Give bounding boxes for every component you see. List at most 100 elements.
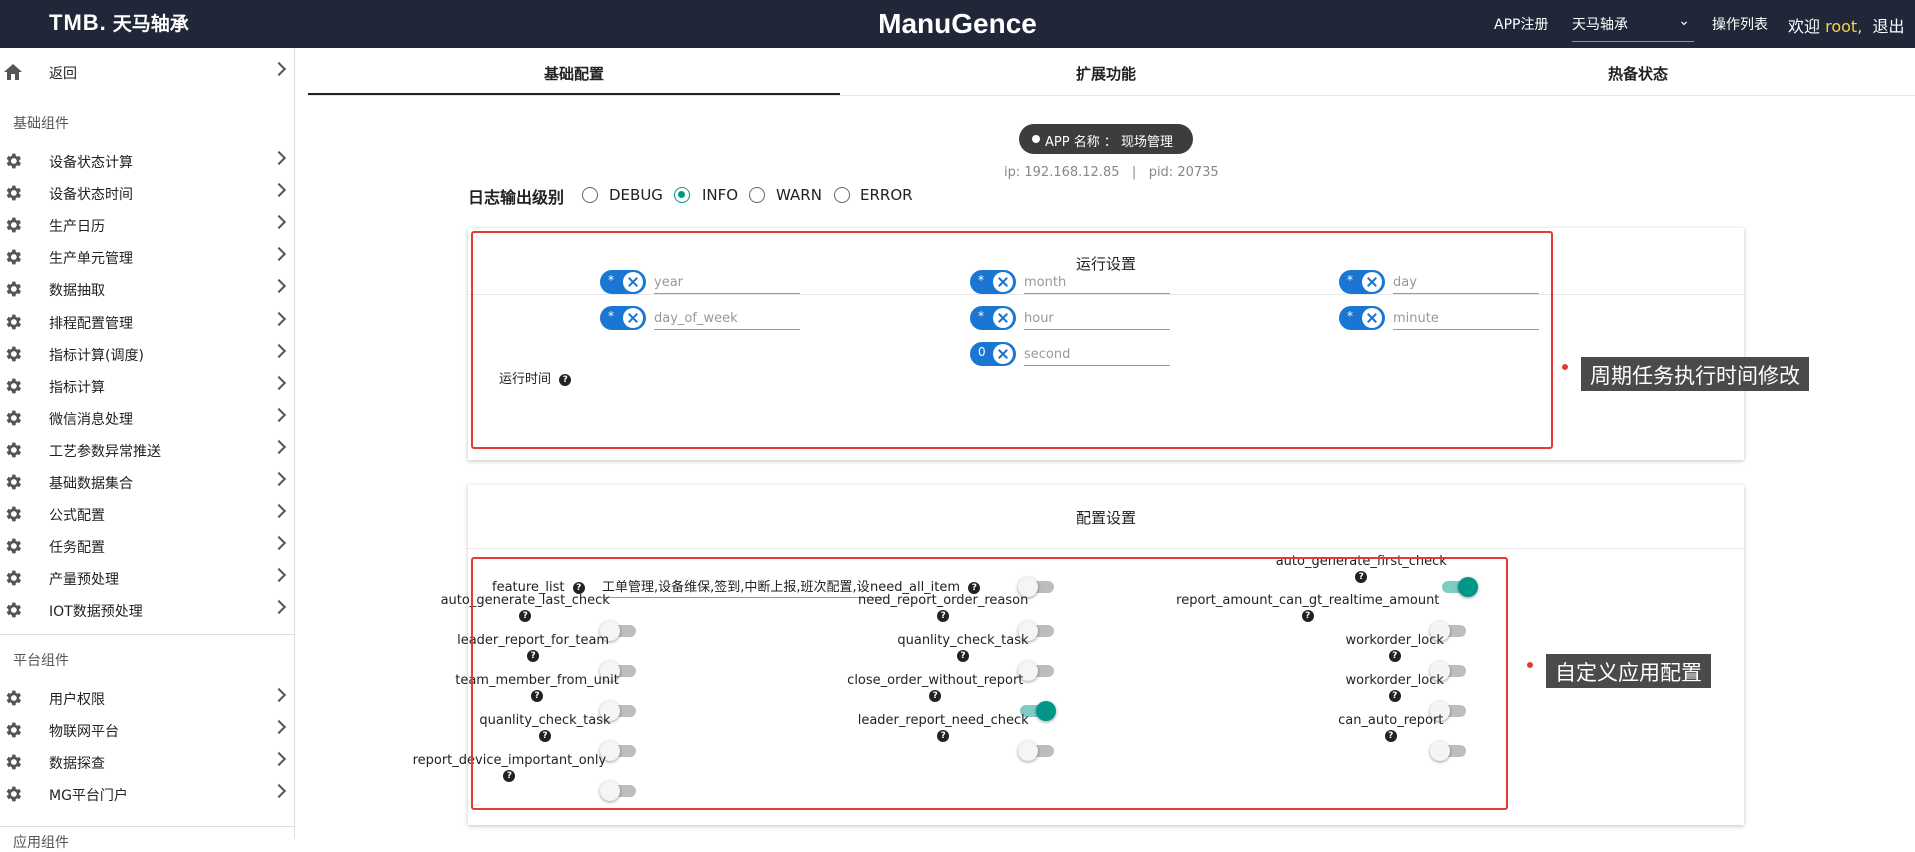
sidebar-divider (0, 634, 294, 635)
chevron-right-icon (271, 471, 287, 487)
chevron-right-icon (271, 600, 287, 615)
chevron-right-icon (271, 375, 287, 390)
gear-icon (6, 314, 21, 329)
ip-address: ip: 192.168.12.85 (1004, 165, 1120, 180)
sidebar-item-label: 排程配置管理 (49, 315, 133, 332)
sidebar-item-back[interactable]: 返回 (0, 56, 294, 88)
gear-icon (6, 153, 21, 169)
sidebar-section-basic: 基础组件 (13, 116, 69, 132)
callout-run: 周期任务执行时间修改 (1581, 357, 1809, 391)
tab-hot-standby[interactable]: 热备状态 (1372, 63, 1904, 93)
home-icon (4, 64, 22, 80)
gear-icon (6, 538, 21, 554)
sidebar-item-basic-12[interactable]: 任务配置 (0, 530, 294, 562)
gear-icon (6, 754, 21, 770)
chevron-right-icon (271, 343, 287, 358)
logout-link[interactable]: 退出 (1872, 17, 1904, 36)
sidebar-item-basic-5[interactable]: 排程配置管理 (0, 306, 294, 338)
config-settings-title: 配置设置 (1075, 509, 1136, 527)
sidebar-section-app: 应用组件 (13, 835, 69, 851)
tab-extended-features[interactable]: 扩展功能 (840, 63, 1372, 93)
sidebar-item-label: 设备状态时间 (49, 187, 133, 204)
chevron-right-icon (271, 687, 287, 703)
sidebar: 返回 基础组件 设备状态计算 设备状态时间 生产日历生产单元管理数据抽取排程配置管理… (0, 48, 295, 851)
welcome-text: 欢迎 (1788, 17, 1821, 36)
highlight-box-config (471, 557, 1508, 810)
factory-select-value: 天马轴承 (1572, 17, 1628, 33)
gear-icon (6, 722, 21, 738)
sidebar-item-basic-3[interactable]: 生产单元管理 (0, 241, 294, 273)
sidebar-item-label: 工艺参数异常推送 (49, 443, 161, 460)
sidebar-item-basic-4[interactable]: 数据抽取 (0, 273, 294, 305)
sidebar-item-label: 公式配置 (49, 508, 105, 525)
chevron-right-icon (271, 719, 287, 735)
sidebar-item-basic-2[interactable]: 生产日历 (0, 209, 294, 241)
radio-warn[interactable] (749, 187, 765, 203)
host-info: ip: 192.168.12.85 | pid: 20735 (1004, 165, 1219, 180)
chevron-right-icon (271, 536, 287, 551)
chevron-right-icon (271, 279, 287, 294)
sidebar-item-basic-14[interactable]: IOT数据预处理 (0, 594, 294, 626)
radio-error[interactable] (834, 187, 850, 203)
factory-select[interactable]: 天马轴承 ⌄ (1572, 8, 1694, 42)
log-level-label: 日志输出级别 (468, 188, 565, 207)
sidebar-item-basic-7[interactable]: 指标计算 (0, 370, 294, 402)
gear-icon (6, 249, 21, 265)
chevron-right-icon (271, 568, 287, 583)
gear-icon (6, 442, 21, 458)
gear-icon (6, 378, 21, 394)
sidebar-item-basic-11[interactable]: 公式配置 (0, 498, 294, 530)
callout-dot (1527, 662, 1533, 668)
sidebar-item-label: MG平台门户 (49, 788, 128, 804)
chevron-right-icon (271, 311, 287, 326)
sidebar-item-basic-13[interactable]: 产量预处理 (0, 562, 294, 594)
sidebar-item-label: 设备状态计算 (49, 155, 133, 171)
chevron-right-icon (271, 439, 287, 454)
sidebar-item-label: 任务配置 (49, 540, 105, 557)
chevron-right-icon (271, 407, 287, 422)
sidebar-item-basic-8[interactable]: 微信消息处理 (0, 402, 294, 434)
chevron-right-icon (271, 150, 287, 166)
sidebar-item-label: 产量预处理 (49, 572, 119, 589)
pid: pid: 20735 (1148, 165, 1219, 180)
gear-icon (6, 603, 21, 618)
gear-icon (6, 410, 21, 426)
chevron-right-icon (271, 61, 287, 77)
app-name-badge: APP 名称 ： 现场管理 (1019, 124, 1193, 154)
chevron-right-icon (271, 247, 287, 262)
tab-basic-config[interactable]: 基础配置 (308, 63, 840, 93)
callout-dot (1562, 364, 1568, 370)
chevron-right-icon (271, 751, 287, 767)
sidebar-item-basic-1[interactable]: 设备状态时间 (0, 177, 294, 209)
highlight-box-run (471, 231, 1553, 449)
sidebar-item-label: 生产日历 (49, 219, 105, 236)
sidebar-item-basic-9[interactable]: 工艺参数异常推送 (0, 434, 294, 466)
radio-warn-label: WARN (776, 186, 822, 204)
sidebar-item-label: 微信消息处理 (49, 411, 133, 428)
gear-icon (6, 506, 21, 522)
radio-info[interactable] (674, 187, 690, 203)
gear-icon (6, 346, 21, 361)
app-register-link[interactable]: APP注册 (1494, 14, 1548, 34)
sidebar-item-label: 指标计算(调度) (49, 347, 144, 364)
sidebar-item-label: 数据抽取 (49, 283, 105, 300)
tab-divider (308, 95, 1915, 96)
chevron-right-icon (271, 783, 287, 799)
sidebar-item-platform-0[interactable]: 用户权限 (0, 682, 294, 714)
sidebar-item-basic-10[interactable]: 基础数据集合 (0, 466, 294, 498)
radio-debug[interactable] (582, 187, 598, 203)
radio-info-label: INFO (702, 186, 739, 204)
sidebar-item-basic-0[interactable]: 设备状态计算 (0, 145, 294, 177)
sidebar-item-platform-3[interactable]: MG平台门户 (0, 778, 294, 810)
operation-list-link[interactable]: 操作列表 (1712, 14, 1768, 34)
sidebar-item-platform-2[interactable]: 数据探查 (0, 746, 294, 778)
sidebar-item-basic-6[interactable]: 指标计算(调度) (0, 338, 294, 370)
gear-icon (6, 217, 21, 233)
top-bar: TMB. 天马轴承 ManuGence APP注册 天马轴承 ⌄ 操作列表 欢迎 r… (0, 0, 1915, 48)
sidebar-item-label: 数据探查 (49, 756, 105, 772)
sidebar-item-platform-1[interactable]: 物联网平台 (0, 714, 294, 746)
chevron-down-icon: ⌄ (1678, 13, 1690, 29)
radio-error-label: ERROR (860, 186, 913, 204)
gear-icon (6, 185, 21, 201)
sidebar-item-label: 物联网平台 (49, 724, 119, 740)
